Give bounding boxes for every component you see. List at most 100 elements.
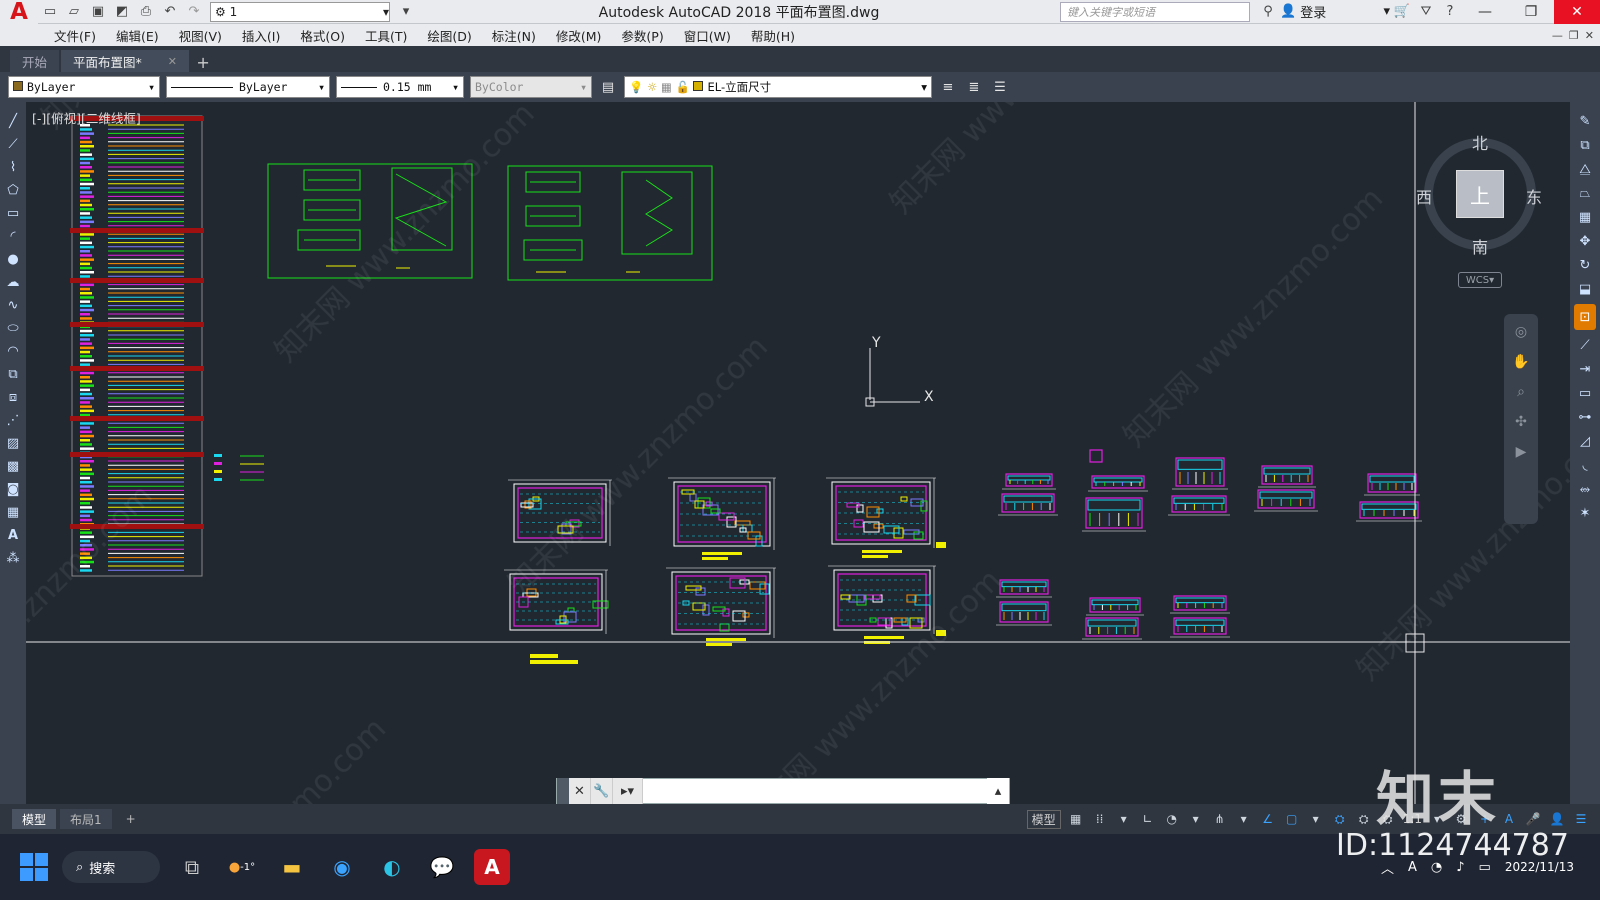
spline-icon[interactable]: ∿ bbox=[3, 296, 23, 314]
weather-widget[interactable]: ● -1° bbox=[224, 849, 260, 885]
mic-icon[interactable]: 🎤 bbox=[1524, 810, 1542, 828]
menu-edit[interactable]: 编辑(E) bbox=[108, 26, 171, 45]
add-layout-button[interactable]: + bbox=[116, 809, 146, 829]
trim-icon[interactable]: ⟋ bbox=[1574, 336, 1596, 354]
tab-model[interactable]: 模型 bbox=[12, 809, 57, 829]
explode-icon[interactable]: ✶ bbox=[1574, 504, 1596, 522]
plotstyle-dropdown[interactable]: ByColor ▾ bbox=[470, 76, 592, 98]
menu-file[interactable]: 文件(F) bbox=[46, 26, 108, 45]
menu-tools[interactable]: 工具(T) bbox=[357, 26, 419, 45]
close-icon[interactable]: ✕ bbox=[569, 778, 591, 804]
revision-cloud-icon[interactable]: ☁ bbox=[3, 273, 23, 291]
help-search-input[interactable]: 键入关键字或短语 bbox=[1060, 1, 1250, 22]
line-icon[interactable]: ╱ bbox=[3, 112, 23, 130]
layer-previous-icon[interactable]: ☰ bbox=[990, 76, 1010, 98]
tab-drawing[interactable]: 平面布置图* ✕ bbox=[61, 50, 190, 72]
arc-icon[interactable]: ◜ bbox=[3, 227, 23, 245]
command-prompt-icon[interactable]: ▸▾ bbox=[613, 778, 643, 804]
stretch-icon[interactable]: ⊡ bbox=[1574, 304, 1596, 330]
steering-wheel-icon[interactable]: ◎ bbox=[1515, 324, 1527, 340]
table-icon[interactable]: ▦ bbox=[3, 503, 23, 521]
menu-view[interactable]: 视图(V) bbox=[171, 26, 234, 45]
orbit-icon[interactable]: ✣ bbox=[1515, 414, 1527, 430]
make-block-icon[interactable]: ⧈ bbox=[3, 388, 23, 406]
save-icon[interactable]: ▣ bbox=[86, 0, 110, 24]
close-button[interactable]: ✕ bbox=[1554, 0, 1600, 24]
array-icon[interactable]: ▦ bbox=[1574, 208, 1596, 226]
compass-south[interactable]: 南 bbox=[1472, 234, 1488, 258]
file-explorer-icon[interactable]: ▬ bbox=[274, 849, 310, 885]
rotate-icon[interactable]: ↻ bbox=[1574, 256, 1596, 274]
insert-block-icon[interactable]: ⧉ bbox=[3, 365, 23, 383]
color-dropdown[interactable]: ByLayer ▾ bbox=[8, 76, 160, 98]
gradient-icon[interactable]: ▩ bbox=[3, 457, 23, 475]
break-icon[interactable]: ▭ bbox=[1574, 384, 1596, 402]
extend-icon[interactable]: ⇥ bbox=[1574, 360, 1596, 378]
save-as-icon[interactable]: ◩ bbox=[110, 0, 134, 24]
user-status-icon[interactable]: 👤 bbox=[1548, 810, 1566, 828]
scale-icon[interactable]: ⬓ bbox=[1574, 280, 1596, 298]
object-snap-icon[interactable]: ▢ bbox=[1283, 810, 1301, 828]
command-input[interactable] bbox=[643, 779, 987, 803]
task-view-icon[interactable]: ⧉ bbox=[174, 849, 210, 885]
fillet-icon[interactable]: ◟ bbox=[1574, 456, 1596, 474]
command-line-grip[interactable] bbox=[557, 778, 569, 804]
mirror-icon[interactable]: ⧋ bbox=[1574, 160, 1596, 178]
chamfer-icon[interactable]: ◿ bbox=[1574, 432, 1596, 450]
copy-icon[interactable]: ⧉ bbox=[1574, 136, 1596, 154]
multiline-text-icon[interactable]: A bbox=[3, 526, 23, 544]
blend-icon[interactable]: ⥈ bbox=[1574, 480, 1596, 498]
chevron-down-icon[interactable]: ▾ bbox=[1235, 810, 1253, 828]
grid-icon[interactable]: ▦ bbox=[1067, 810, 1085, 828]
polyline-icon[interactable]: ⌇ bbox=[3, 158, 23, 176]
command-history-icon[interactable]: ▴ bbox=[987, 778, 1009, 804]
wrench-icon[interactable]: 🔧 bbox=[591, 778, 613, 804]
edge-icon[interactable]: ◐ bbox=[374, 849, 410, 885]
redo-icon[interactable]: ↷ bbox=[182, 0, 206, 24]
move-icon[interactable]: ✥ bbox=[1574, 232, 1596, 250]
region-icon[interactable]: ◙ bbox=[3, 480, 23, 498]
add-selected-icon[interactable]: ⁂ bbox=[3, 549, 23, 567]
menu-dimension[interactable]: 标注(N) bbox=[484, 26, 548, 45]
workspace-dropdown[interactable]: ⚙ 1 ▾ bbox=[210, 1, 390, 22]
chevron-down-icon[interactable]: ▾ bbox=[1115, 810, 1133, 828]
join-icon[interactable]: ⊶ bbox=[1574, 408, 1596, 426]
wechat-icon[interactable]: 💬 bbox=[424, 849, 460, 885]
hatch-icon[interactable]: ▨ bbox=[3, 434, 23, 452]
menu-format[interactable]: 格式(O) bbox=[292, 26, 357, 45]
doc-restore-icon[interactable]: ❐ bbox=[1569, 29, 1579, 42]
open-icon[interactable]: ▱ bbox=[62, 0, 86, 24]
customize-qat-icon[interactable]: ▾ bbox=[394, 0, 418, 24]
offset-icon[interactable]: ⏢ bbox=[1574, 184, 1596, 202]
polar-icon[interactable]: ◔ bbox=[1163, 810, 1181, 828]
binoculars-icon[interactable]: ⚲ bbox=[1256, 0, 1280, 24]
customize-icon[interactable]: ☰ bbox=[1572, 810, 1590, 828]
app-menu-button[interactable]: A bbox=[0, 0, 38, 25]
annotation-visibility-icon[interactable]: ⛭ bbox=[1331, 810, 1349, 828]
minimize-button[interactable]: — bbox=[1462, 0, 1508, 24]
ellipse-icon[interactable]: ⬭ bbox=[3, 319, 23, 337]
compass-west[interactable]: 西 bbox=[1416, 184, 1432, 208]
linetype-dropdown[interactable]: ByLayer ▾ bbox=[166, 76, 330, 98]
circle-icon[interactable]: ● bbox=[3, 250, 23, 268]
erase-icon[interactable]: ✎ bbox=[1574, 112, 1596, 130]
menu-window[interactable]: 窗口(W) bbox=[676, 26, 743, 45]
polygon-icon[interactable]: ⬠ bbox=[3, 181, 23, 199]
doc-minimize-icon[interactable]: — bbox=[1552, 29, 1563, 42]
showmotion-icon[interactable]: ▶ bbox=[1516, 444, 1527, 460]
ime-icon[interactable]: A bbox=[1500, 810, 1518, 828]
doc-close-icon[interactable]: ✕ bbox=[1585, 29, 1594, 42]
new-tab-button[interactable]: + bbox=[191, 52, 215, 72]
close-icon[interactable]: ✕ bbox=[168, 55, 177, 68]
point-icon[interactable]: ⋰ bbox=[3, 411, 23, 429]
safari-icon[interactable]: ◉ bbox=[324, 849, 360, 885]
menu-insert[interactable]: 插入(I) bbox=[234, 26, 292, 45]
ortho-icon[interactable]: ∟ bbox=[1139, 810, 1157, 828]
tab-layout1[interactable]: 布局1 bbox=[60, 809, 112, 829]
a360-icon[interactable]: ⛛ bbox=[1414, 0, 1438, 24]
menu-help[interactable]: 帮助(H) bbox=[743, 26, 807, 45]
menu-parametric[interactable]: 参数(P) bbox=[613, 26, 675, 45]
pan-hand-icon[interactable]: ✋ bbox=[1512, 354, 1529, 370]
zoom-icon[interactable]: ⌕ bbox=[1517, 384, 1525, 400]
object-snap-tracking-icon[interactable]: ∠ bbox=[1259, 810, 1277, 828]
